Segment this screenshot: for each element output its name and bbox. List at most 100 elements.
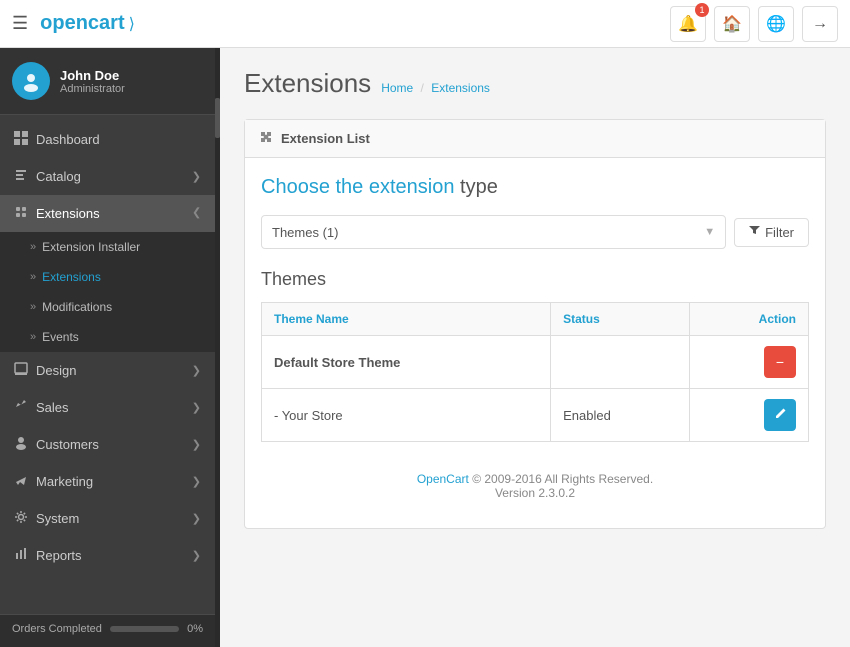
card-body: Choose the extension type Themes (1) ▼	[245, 158, 825, 528]
sales-icon	[14, 399, 28, 416]
user-name: John Doe	[60, 68, 125, 83]
filter-row: Themes (1) ▼ Filter	[261, 215, 809, 249]
chevron-right-icon: ❯	[192, 438, 201, 451]
menu-toggle-icon[interactable]: ☰	[12, 13, 28, 34]
progress-bar-bg	[110, 626, 179, 632]
footer-copyright: OpenCart © 2009-2016 All Rights Reserved…	[261, 472, 809, 486]
sidebar-item-label: Dashboard	[36, 132, 100, 147]
sidebar-subitem-events[interactable]: Events	[0, 322, 215, 352]
chevron-right-icon: ❯	[192, 364, 201, 377]
notifications-button[interactable]: 🔔 1	[670, 6, 706, 42]
logout-icon: →	[812, 15, 828, 33]
extension-type-select-wrapper: Themes (1) ▼	[261, 215, 726, 249]
user-info: John Doe Administrator	[60, 68, 125, 95]
user-panel: John Doe Administrator	[0, 48, 215, 115]
chevron-right-icon: ❯	[192, 475, 201, 488]
notification-badge: 1	[695, 3, 709, 17]
sidebar-item-sales[interactable]: Sales ❯	[0, 389, 215, 426]
card-header: Extension List	[245, 120, 825, 158]
breadcrumb-current[interactable]: Extensions	[431, 81, 490, 95]
sidebar-subitem-modifications[interactable]: Modifications	[0, 292, 215, 322]
edit-button[interactable]	[764, 399, 796, 431]
globe-icon: 🌐	[766, 14, 786, 34]
filter-button-label: Filter	[765, 225, 794, 240]
sidebar-nav: Dashboard Catalog ❯	[0, 115, 215, 614]
filter-button[interactable]: Filter	[734, 218, 809, 247]
logo-cart-icon: ⟩	[129, 14, 135, 34]
themes-table-head: Theme Name Status Action	[262, 303, 809, 336]
sidebar-item-system[interactable]: System ❯	[0, 500, 215, 537]
avatar	[12, 62, 50, 100]
body-wrapper: John Doe Administrator Dashboard	[0, 48, 850, 647]
sidebar: John Doe Administrator Dashboard	[0, 48, 215, 647]
themes-table-body: Default Store Theme − - Your St	[262, 336, 809, 442]
page-header: Extensions Home / Extensions	[244, 68, 826, 99]
footer-copyright-text: © 2009-2016 All Rights Reserved.	[472, 472, 653, 486]
breadcrumb: Home / Extensions	[381, 81, 490, 95]
navbar-left: ☰ opencart ⟩	[12, 12, 135, 35]
sidebar-item-label: Sales	[36, 400, 69, 415]
home-button[interactable]: 🏠	[714, 6, 750, 42]
progress-percent: 0%	[187, 623, 203, 635]
sidebar-item-reports[interactable]: Reports ❯	[0, 537, 215, 574]
home-icon: 🏠	[722, 14, 742, 34]
extensions-icon	[14, 205, 28, 222]
design-icon	[14, 362, 28, 379]
subitem-label: Modifications	[42, 300, 112, 314]
sidebar-subitem-extensions[interactable]: Extensions	[0, 262, 215, 292]
sidebar-item-extensions[interactable]: Extensions ❯	[0, 195, 215, 232]
chevron-right-icon: ❯	[192, 549, 201, 562]
status-cell	[551, 336, 690, 389]
col-action: Action	[689, 303, 808, 336]
main-content: Extensions Home / Extensions Extension L…	[220, 48, 850, 647]
sidebar-item-customers[interactable]: Customers ❯	[0, 426, 215, 463]
footer-version: Version 2.3.0.2	[261, 486, 809, 500]
page-title: Extensions	[244, 68, 371, 99]
pencil-icon	[774, 407, 787, 423]
sidebar-item-label: Marketing	[36, 474, 93, 489]
sidebar-item-label: Reports	[36, 548, 82, 563]
globe-button[interactable]: 🌐	[758, 6, 794, 42]
card-header-title: Extension List	[281, 131, 370, 146]
navbar-right: 🔔 1 🏠 🌐 →	[670, 6, 838, 42]
section-title: Choose the extension type	[261, 176, 809, 199]
section-title-suffix: type	[460, 176, 498, 198]
theme-name-cell: - Your Store	[262, 389, 551, 442]
chevron-right-icon: ❯	[192, 170, 201, 183]
logout-button[interactable]: →	[802, 6, 838, 42]
status-cell: Enabled	[551, 389, 690, 442]
sidebar-item-catalog[interactable]: Catalog ❯	[0, 158, 215, 195]
delete-button[interactable]: −	[764, 346, 796, 378]
select-chevron-icon: ▼	[704, 226, 715, 238]
catalog-icon	[14, 168, 28, 185]
progress-row: Orders Completed 0%	[12, 623, 203, 635]
progress-label: Orders Completed	[12, 623, 102, 635]
sidebar-item-label: Extensions	[36, 206, 100, 221]
chevron-down-icon: ❯	[192, 207, 201, 220]
sidebar-item-label: Customers	[36, 437, 99, 452]
sidebar-item-label: Design	[36, 363, 76, 378]
customers-icon	[14, 436, 28, 453]
extension-type-select[interactable]: Themes (1)	[272, 225, 704, 240]
sidebar-item-dashboard[interactable]: Dashboard	[0, 121, 215, 158]
extension-list-card: Extension List Choose the extension type…	[244, 119, 826, 529]
subitem-label: Extensions	[42, 270, 101, 284]
status-badge: Enabled	[563, 408, 611, 423]
theme-name-value: Default Store Theme	[274, 355, 400, 370]
dashboard-icon	[14, 131, 28, 148]
sidebar-item-design[interactable]: Design ❯	[0, 352, 215, 389]
top-navbar: ☰ opencart ⟩ 🔔 1 🏠 🌐 →	[0, 0, 850, 48]
sidebar-item-marketing[interactable]: Marketing ❯	[0, 463, 215, 500]
table-row: - Your Store Enabled	[262, 389, 809, 442]
breadcrumb-home[interactable]: Home	[381, 81, 413, 95]
extensions-submenu: Extension Installer Extensions Modificat…	[0, 232, 215, 352]
minus-icon: −	[776, 354, 784, 370]
table-header-row: Theme Name Status Action	[262, 303, 809, 336]
footer-link[interactable]: OpenCart	[417, 472, 469, 486]
puzzle-icon	[259, 130, 273, 147]
theme-name-value: - Your Store	[274, 408, 343, 423]
col-theme-name: Theme Name	[262, 303, 551, 336]
sidebar-subitem-extension-installer[interactable]: Extension Installer	[0, 232, 215, 262]
col-status: Status	[551, 303, 690, 336]
user-role: Administrator	[60, 83, 125, 95]
